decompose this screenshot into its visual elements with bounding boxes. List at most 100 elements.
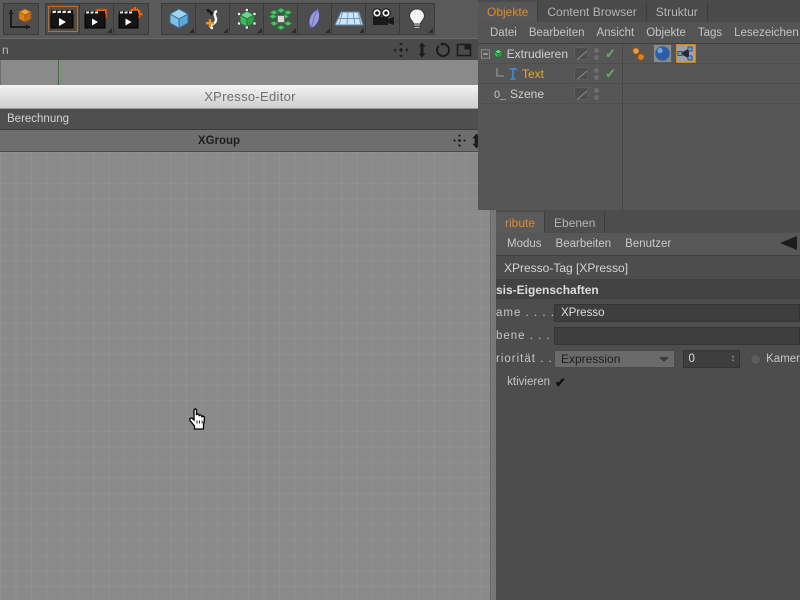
prioritaet-number-value: 0 [688, 353, 695, 365]
xpresso-canvas[interactable] [0, 152, 490, 600]
corner-triangle-icon [223, 28, 228, 33]
object-visibility-cell[interactable]: ✓ [568, 67, 623, 80]
tab-struktur[interactable]: Struktur [646, 2, 708, 22]
toolbar-group-render [45, 3, 149, 35]
axis-cube-button[interactable] [4, 4, 38, 34]
xgroup-label: XGroup [197, 134, 241, 147]
table-row[interactable]: Extrudieren ✓ [478, 44, 800, 64]
tag-hatch-icon[interactable] [574, 67, 588, 80]
attribute-manager-tabs: ribute Ebenen [496, 210, 800, 233]
main-toolbar [0, 0, 478, 38]
tab-attribute[interactable]: ribute [496, 212, 546, 233]
corner-triangle-icon [107, 28, 112, 33]
table-row[interactable]: 0 Szene [478, 84, 800, 104]
attribute-fields: ame . . . . XPresso bene . . . . rioritä… [496, 299, 800, 393]
zoom-view-icon[interactable] [414, 42, 430, 58]
deformer-button[interactable] [298, 4, 332, 34]
axis-cube-icon [8, 8, 32, 30]
move-view-icon[interactable] [393, 42, 409, 58]
visibility-dots-icon[interactable] [594, 67, 599, 80]
render-settings-button[interactable] [114, 4, 148, 34]
prioritaet-number-input[interactable]: 0 ↕ [683, 350, 741, 368]
om-menu-ansicht[interactable]: Ansicht [590, 27, 640, 39]
tab-objekte-label: Objekte [487, 5, 529, 19]
om-menu-tags[interactable]: Tags [692, 27, 728, 39]
render-region-button[interactable] [80, 4, 114, 34]
am-menu-bearbeiten[interactable]: Bearbeiten [549, 238, 619, 250]
field-name-row: ame . . . . XPresso [496, 302, 800, 324]
tab-attribute-label: ribute [505, 215, 536, 230]
tab-content-browser[interactable]: Content Browser [538, 2, 647, 22]
object-visibility-cell[interactable] [568, 87, 623, 100]
camera-button[interactable] [366, 4, 400, 34]
render-view-button[interactable] [46, 4, 80, 34]
nurbs-cube-button[interactable] [230, 4, 264, 34]
camera-icon [371, 8, 394, 25]
tree-branch-icon [496, 67, 504, 77]
xpresso-menubar: Berechnung [0, 109, 500, 130]
enabled-check-icon[interactable]: ✓ [605, 67, 616, 80]
object-label: Szene [510, 86, 545, 101]
table-row[interactable]: Text ✓ [478, 64, 800, 84]
xpresso-menu-berechnung[interactable]: Berechnung [2, 113, 74, 125]
attribute-object-line: XPresso-Tag [XPresso] [496, 256, 800, 280]
om-menu-bearbeiten[interactable]: Bearbeiten [523, 27, 591, 39]
xpresso-editor-window: XPresso-Editor Berechnung XGroup [0, 85, 500, 600]
spline-pen-icon [205, 9, 218, 30]
blue-material-tag-icon[interactable] [653, 44, 672, 63]
visibility-dots-icon[interactable] [594, 87, 599, 100]
floor-grid-button[interactable] [332, 4, 366, 34]
xgroup-header[interactable]: XGroup [0, 130, 500, 152]
light-bulb-button[interactable] [400, 4, 434, 34]
back-arrow-icon[interactable] [776, 234, 798, 255]
light-bulb-icon [408, 8, 426, 29]
object-manager-tabs: Objekte Content Browser Struktur [478, 0, 800, 22]
aktivieren-checkbox[interactable]: ✔ [554, 375, 567, 389]
corner-triangle-icon [291, 28, 296, 33]
app-root: n XPresso-Editor Berechnung XGroup Objek… [0, 0, 800, 600]
spline-pen-button[interactable] [196, 4, 230, 34]
column-divider [622, 44, 623, 210]
object-manager-panel: Objekte Content Browser Struktur Datei B… [478, 0, 800, 210]
object-label: Extrudieren [506, 46, 568, 61]
tab-ebenen[interactable]: Ebenen [545, 212, 606, 233]
corner-triangle-icon [428, 28, 433, 33]
tab-objekte[interactable]: Objekte [478, 2, 539, 22]
field-aktivieren-label: ktivieren [507, 376, 550, 388]
om-menu-datei[interactable]: Datei [484, 27, 523, 39]
layout-view-icon[interactable] [456, 42, 472, 58]
cube-primitive-button[interactable] [162, 4, 196, 34]
om-menu-lesezeichen[interactable]: Lesezeichen [728, 27, 800, 39]
name-input[interactable]: XPresso [554, 304, 800, 322]
array-green-button[interactable] [264, 4, 298, 34]
array-green-icon [267, 7, 293, 31]
object-visibility-cell[interactable]: ✓ [568, 47, 623, 60]
ebene-input[interactable] [554, 327, 800, 345]
om-menu-objekte[interactable]: Objekte [640, 27, 692, 39]
am-menu-benutzer[interactable]: Benutzer [618, 238, 678, 250]
field-prioritaet-row: riorität . . Expression 0 ↕ Kamer [496, 348, 800, 370]
tag-hatch-icon[interactable] [574, 87, 588, 100]
viewport-icon-group [393, 41, 478, 58]
corner-triangle-icon [325, 28, 330, 33]
rotate-view-icon[interactable] [435, 41, 451, 58]
object-name-cell[interactable]: Text [478, 67, 568, 81]
object-tags-cell[interactable] [623, 44, 800, 63]
object-tree: Extrudieren ✓ Text ✓ 0 Szene [478, 44, 800, 210]
prioritaet-select[interactable]: Expression [554, 350, 676, 368]
am-menu-modus[interactable]: Modus [500, 238, 549, 250]
object-name-cell[interactable]: 0 Szene [478, 87, 568, 101]
xpresso-tag-icon[interactable] [676, 44, 696, 63]
tag-hatch-icon[interactable] [574, 47, 588, 60]
xpresso-titlebar[interactable]: XPresso-Editor [0, 85, 500, 109]
object-name-cell[interactable]: Extrudieren [478, 47, 568, 61]
visibility-dots-icon[interactable] [594, 47, 599, 60]
kamera-checkbox[interactable] [750, 353, 762, 365]
orange-dots-tag-icon[interactable] [631, 46, 649, 62]
enabled-check-icon[interactable]: ✓ [605, 47, 616, 60]
spinner-icon[interactable]: ↕ [730, 354, 735, 364]
expander-minus-icon[interactable] [481, 48, 491, 60]
nurbs-cube-icon [236, 8, 256, 30]
extrude-nurbs-icon [493, 48, 503, 58]
viewport-title: n [2, 42, 9, 57]
